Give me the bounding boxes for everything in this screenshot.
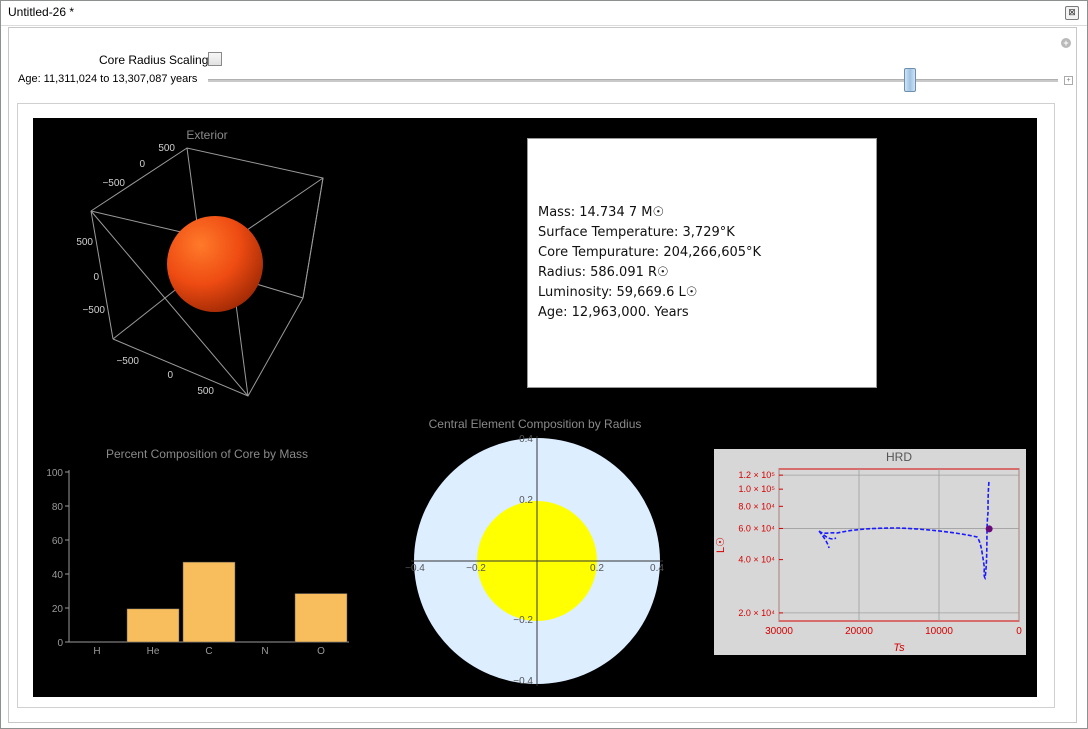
exterior-tick-top-3: −500	[102, 178, 125, 189]
star-sphere	[167, 216, 263, 312]
central-composition-plot: Central Element Composition by Radius −0…	[405, 417, 664, 687]
exterior-tick-top-1: 500	[158, 143, 175, 154]
info-core-temperature: Core Tempurature: 204,266,605°K	[538, 245, 762, 260]
composition-ytick-label: 80	[52, 502, 64, 513]
hrd-ytick-label: 1.0 × 10⁵	[738, 484, 775, 494]
hrd-y-label: L☉	[715, 537, 727, 553]
close-icon[interactable]: ⊠	[1065, 6, 1079, 20]
age-slider-thumb[interactable]	[904, 68, 917, 92]
composition-xtick-label: O	[317, 646, 325, 657]
central-xtick-4: 0.4	[650, 563, 664, 574]
hrd-ytick-label: 4.0 × 10⁴	[738, 555, 775, 565]
core-radius-scaling-label: Core Radius Scaling	[99, 53, 209, 67]
star-info-box: Mass: 14.734 7 M☉ Surface Temperature: 3…	[527, 138, 877, 388]
visualization-panel: Exterior 500 0 −500 500 0 −500 −500 0 50…	[33, 118, 1037, 697]
central-xtick-1: −0.4	[405, 563, 425, 574]
composition-ytick-label: 0	[57, 638, 63, 649]
central-xtick-3: 0.2	[590, 563, 604, 574]
core-radius-scaling-checkbox[interactable]	[208, 52, 222, 66]
central-xtick-2: −0.2	[466, 563, 486, 574]
exterior-title: Exterior	[186, 128, 227, 142]
composition-ytick-label: 100	[46, 468, 63, 479]
slider-expand-icon[interactable]: +	[1064, 76, 1073, 85]
composition-bar-c	[182, 561, 236, 643]
window-title: Untitled-26 *	[8, 5, 75, 19]
hrd-chart: HRD 1.2 × 10⁵ 1.0 × 10⁵ 8.0 × 10⁴ 6.0 × 10⁴…	[714, 449, 1026, 655]
info-age: Age: 12,963,000. Years	[538, 305, 689, 320]
composition-xtick-label: N	[261, 646, 268, 657]
exterior-tick-left-2: 0	[93, 272, 99, 283]
exterior-tick-bottom-3: 500	[197, 386, 214, 397]
composition-ytick-label: 40	[52, 570, 64, 581]
title-bar: Untitled-26 * ⊠	[1, 1, 1087, 26]
exterior-tick-left-1: 500	[76, 237, 93, 248]
hrd-xtick-label: 0	[1016, 626, 1022, 637]
info-radius: Radius: 586.091 R☉	[538, 265, 669, 280]
composition-title: Percent Composition of Core by Mass	[106, 447, 308, 461]
exterior-plot[interactable]: Exterior 500 0 −500 500 0 −500 −500 0 50…	[76, 128, 324, 397]
info-mass: Mass: 14.734 7 M☉	[538, 205, 665, 220]
hrd-xtick-label: 10000	[925, 626, 953, 637]
hrd-ytick-label: 6.0 × 10⁴	[738, 523, 775, 533]
composition-ytick-label: 20	[52, 604, 64, 615]
hrd-ytick-label: 8.0 × 10⁴	[738, 501, 775, 511]
central-ytick-2: 0.2	[519, 495, 533, 506]
central-ytick-3: −0.2	[513, 615, 533, 626]
hrd-ytick-label: 2.0 × 10⁴	[738, 608, 775, 618]
composition-bar-o	[294, 593, 348, 643]
hrd-xtick-label: 20000	[845, 626, 873, 637]
central-title: Central Element Composition by Radius	[429, 417, 642, 431]
hrd-x-label: Ts	[893, 642, 905, 654]
hrd-title: HRD	[886, 450, 912, 464]
composition-chart: Percent Composition of Core by Mass 0 20 4…	[46, 447, 349, 657]
exterior-tick-top-2: 0	[139, 159, 145, 170]
central-ytick-4: −0.4	[513, 676, 533, 687]
composition-xtick-label: H	[93, 646, 100, 657]
composition-xtick-label: C	[205, 646, 212, 657]
composition-ytick-label: 60	[52, 536, 64, 547]
age-slider-track[interactable]	[208, 79, 1058, 82]
hrd-xtick-label: 30000	[765, 626, 793, 637]
exterior-tick-left-3: −500	[82, 305, 105, 316]
add-options-icon[interactable]: +	[1061, 38, 1071, 48]
composition-xtick-label: He	[147, 646, 160, 657]
central-ytick-1: 0.4	[519, 434, 533, 445]
info-surface-temperature: Surface Temperature: 3,729°K	[538, 225, 735, 240]
hrd-ytick-label: 1.2 × 10⁵	[738, 470, 775, 480]
info-luminosity: Luminosity: 59,669.6 L☉	[538, 285, 698, 300]
exterior-tick-bottom-1: −500	[116, 356, 139, 367]
age-range-label: Age: 11,311,024 to 13,307,087 years	[18, 73, 198, 85]
composition-bar-he	[126, 608, 180, 643]
hrd-current-point	[985, 525, 993, 533]
exterior-tick-bottom-2: 0	[167, 370, 173, 381]
